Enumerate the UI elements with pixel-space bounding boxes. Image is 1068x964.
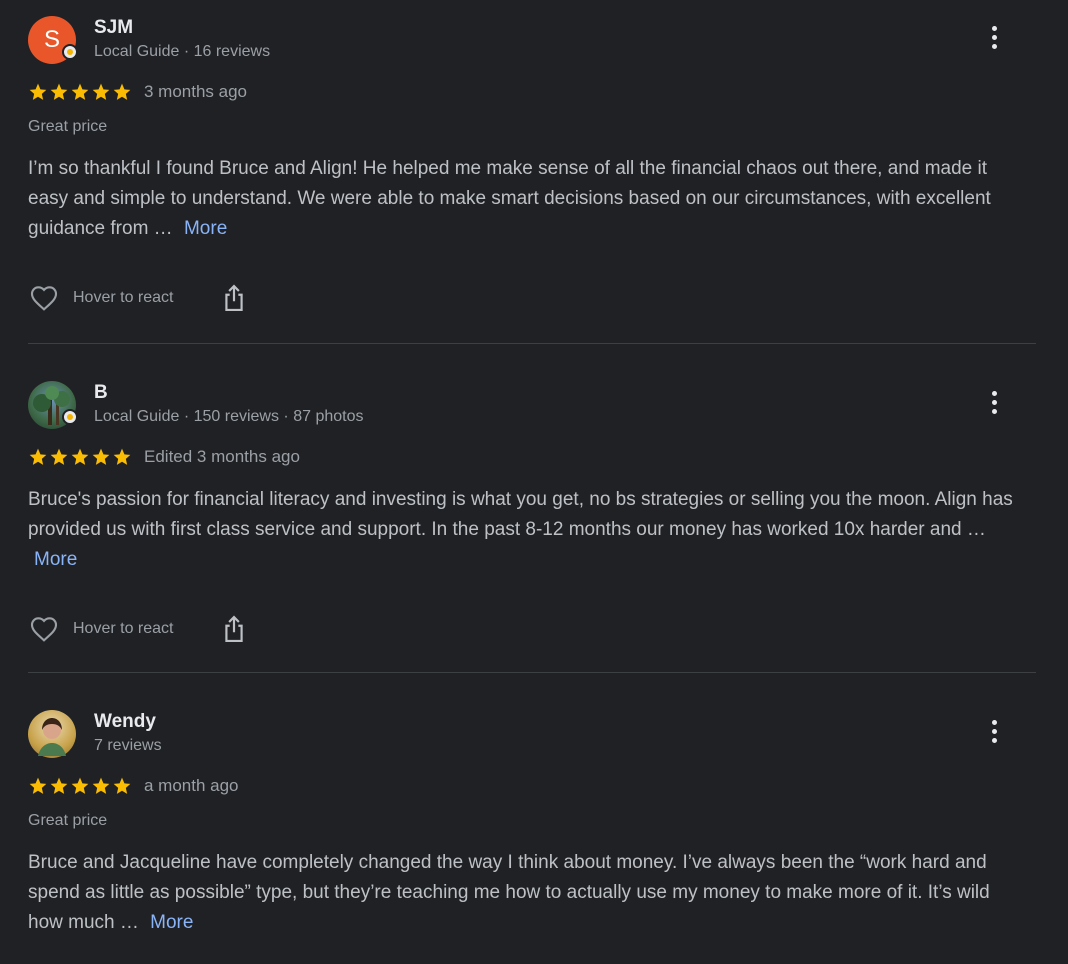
review-date: 3 months ago [144,82,248,101]
review-actions: Hover to react [28,609,1036,649]
more-link[interactable]: More [184,218,227,239]
review-text: Bruce and Jacqueline have completely cha… [28,848,1018,938]
review-text: I’m so thankful I found Bruce and Align!… [28,154,1018,244]
local-guide-badge-icon [62,44,78,60]
review-body: Bruce's passion for financial literacy a… [28,489,1013,540]
avatar[interactable]: S [28,16,78,64]
star-rating [28,776,132,796]
star-icon [71,448,89,465]
star-icon [92,83,110,100]
more-options-icon[interactable] [984,391,1004,419]
review-header: S SJM Local Guide · 16 reviews [28,16,1036,68]
divider [28,672,1036,673]
share-icon[interactable] [221,282,247,314]
avatar[interactable] [28,710,76,758]
local-guide-badge-icon [62,409,78,425]
review-header: B Local Guide · 150 reviews · 87 photos [28,381,1036,433]
reviewer-meta: 7 reviews [94,737,162,754]
review-actions: Hover to react [28,278,1036,318]
star-icon [113,777,131,794]
more-link[interactable]: More [34,549,77,570]
avatar[interactable] [28,381,78,429]
more-options-icon[interactable] [984,26,1004,54]
heart-icon[interactable] [28,613,60,645]
star-icon [92,448,110,465]
reviewer-name[interactable]: B [94,382,108,404]
rating-row: a month ago [28,774,1036,798]
review-tag: Great price [28,118,108,135]
review-text: Bruce's passion for financial literacy a… [28,485,1018,575]
star-icon [50,777,68,794]
star-icon [113,448,131,465]
star-rating [28,447,132,467]
star-icon [50,448,68,465]
review-body: I’m so thankful I found Bruce and Align!… [28,158,991,239]
review-card: Wendy 7 reviews a month ago Great price … [28,710,1036,938]
heart-icon[interactable] [28,282,60,314]
reviewer-name[interactable]: SJM [94,17,133,39]
reviewer-name[interactable]: Wendy [94,711,156,733]
star-icon [71,777,89,794]
divider [28,343,1036,344]
star-rating [28,82,132,102]
review-date: Edited 3 months ago [144,447,300,466]
star-icon [71,83,89,100]
more-link[interactable]: More [150,912,193,933]
rating-row: Edited 3 months ago [28,445,1036,469]
star-icon [50,83,68,100]
reviewer-meta: Local Guide · 16 reviews [94,43,271,60]
reviewer-meta: Local Guide · 150 reviews · 87 photos [94,408,364,425]
review-date: a month ago [144,776,239,795]
react-button[interactable]: Hover to react [73,620,173,638]
review-card: S SJM Local Guide · 16 reviews 3 months … [28,16,1036,318]
react-button[interactable]: Hover to react [73,289,173,307]
person-photo-icon [38,718,66,756]
star-icon [29,777,47,794]
star-icon [29,448,47,465]
star-icon [92,777,110,794]
review-card: B Local Guide · 150 reviews · 87 photos … [28,381,1036,649]
rating-row: 3 months ago [28,80,1036,104]
star-icon [113,83,131,100]
review-header: Wendy 7 reviews [28,710,1036,762]
star-icon [29,83,47,100]
more-options-icon[interactable] [984,720,1004,748]
share-icon[interactable] [221,613,247,645]
review-tag: Great price [28,812,108,829]
